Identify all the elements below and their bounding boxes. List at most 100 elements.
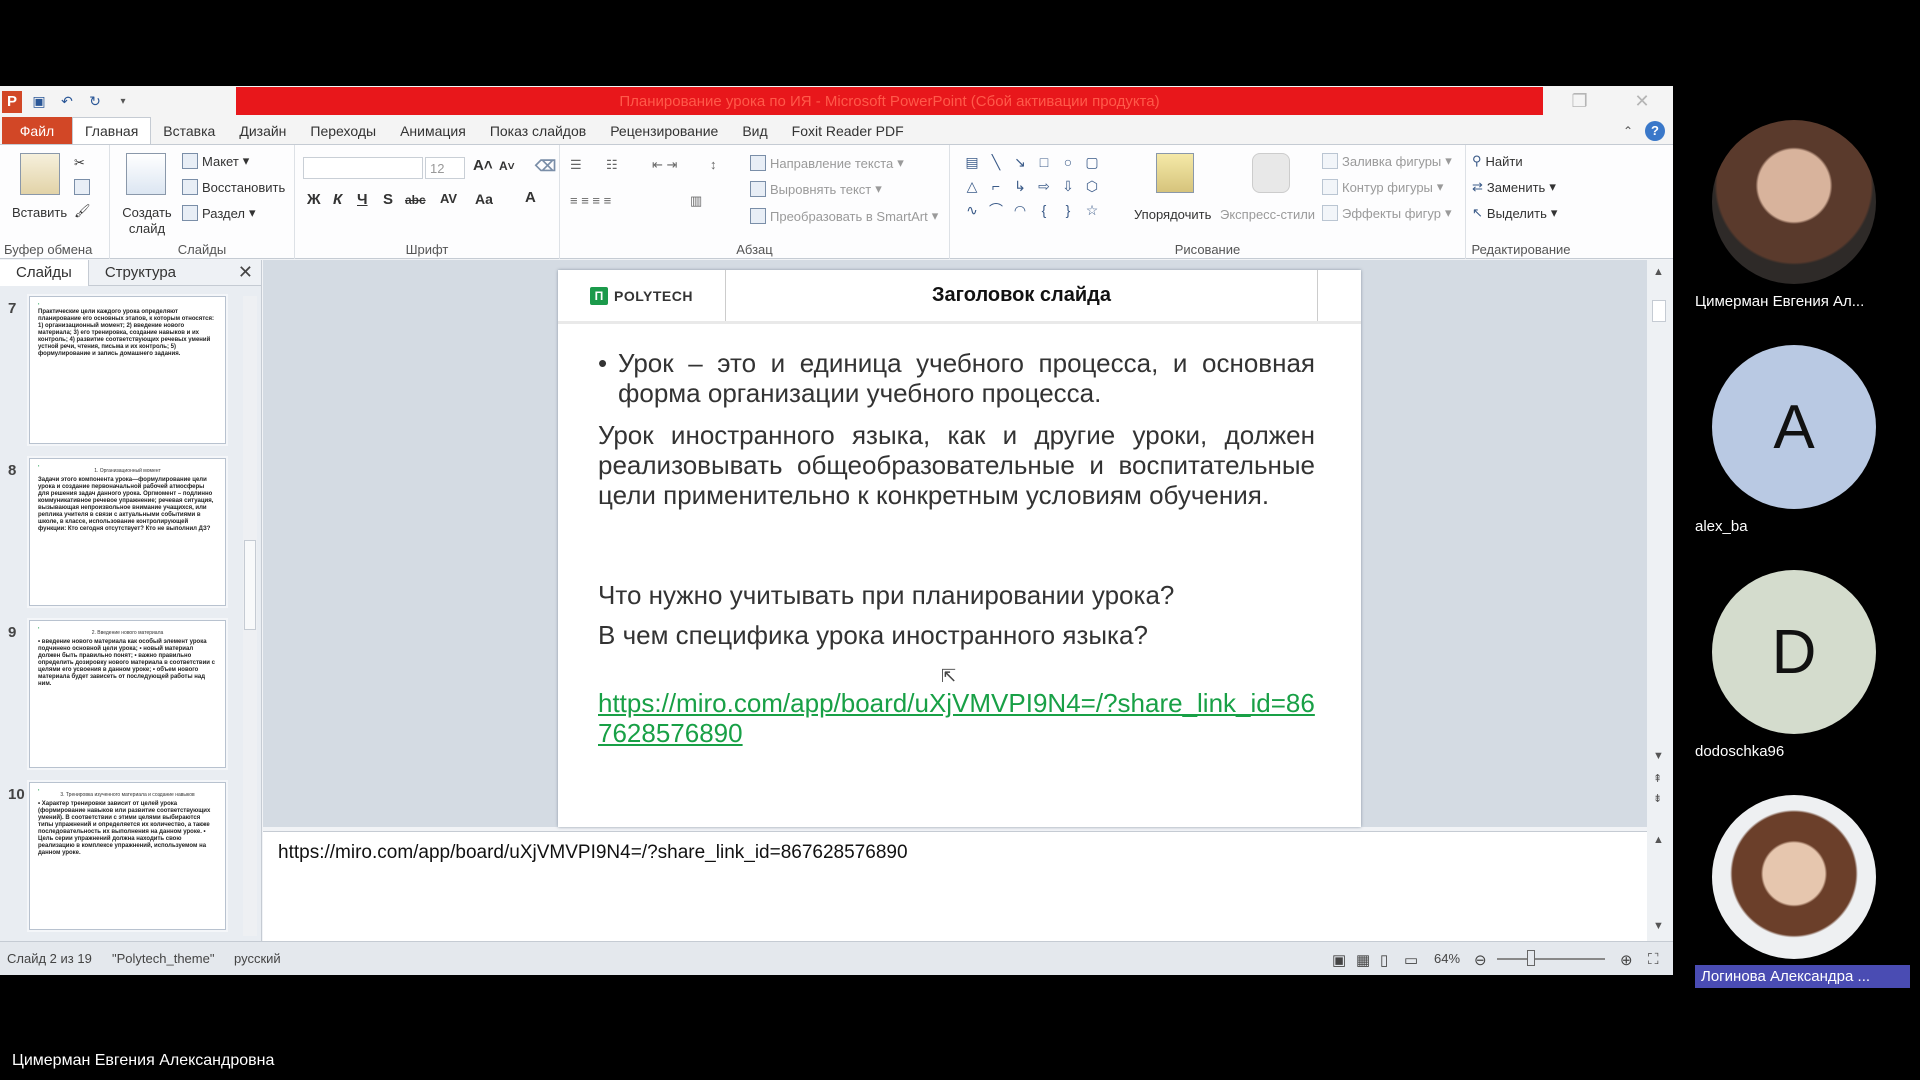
panel-scroll-thumb[interactable]: [244, 540, 256, 630]
hexagon-shape-icon[interactable]: ⬡: [1082, 177, 1102, 195]
italic-icon[interactable]: К: [333, 191, 342, 208]
undo-icon[interactable]: ↶: [56, 91, 78, 113]
arrange-icon[interactable]: [1156, 153, 1194, 193]
editor-scrollbar[interactable]: ▲ ▼ ⇞ ⇟ ▲ ▼: [1647, 260, 1673, 941]
tab-file[interactable]: Файл: [2, 117, 72, 144]
zoom-slider-handle[interactable]: [1527, 950, 1535, 966]
save-icon[interactable]: ▣: [28, 91, 50, 113]
tab-transitions[interactable]: Переходы: [298, 117, 388, 144]
notes-text[interactable]: https://miro.com/app/board/uXjVMVPI9N4=/…: [278, 842, 908, 864]
bullets-icon[interactable]: ☰: [570, 157, 582, 173]
tab-slides[interactable]: Слайды: [0, 259, 89, 286]
grow-font-icon[interactable]: A˄: [473, 157, 493, 174]
oval-shape-icon[interactable]: ○: [1058, 153, 1078, 171]
participant-tile[interactable]: A alex_ba: [1685, 345, 1913, 570]
normal-view-icon[interactable]: ▣: [1332, 951, 1346, 969]
participant-tile[interactable]: Логинова Александра ...: [1685, 795, 1913, 1020]
slide-thumbnail-row[interactable]: 9 ▪ 2. Введение нового материала • введение…: [0, 620, 240, 770]
tab-insert[interactable]: Вставка: [151, 117, 227, 144]
tab-foxit[interactable]: Foxit Reader PDF: [780, 117, 916, 144]
clear-format-icon[interactable]: ⌫: [535, 157, 556, 175]
tab-view[interactable]: Вид: [730, 117, 779, 144]
language-indicator[interactable]: русский: [234, 951, 281, 966]
notes-scroll-up-icon[interactable]: ▲: [1653, 834, 1664, 846]
participant-tile[interactable]: D dodoschka96: [1685, 570, 1913, 795]
quick-styles-icon[interactable]: [1252, 153, 1290, 193]
elbow-arrow-icon[interactable]: ↳: [1010, 177, 1030, 195]
slide-thumbnail[interactable]: ▪ Практические цели каждого урока определ…: [29, 296, 226, 444]
layout-button[interactable]: Макет ▾: [182, 153, 249, 169]
close-panel-icon[interactable]: ✕: [238, 262, 253, 283]
line-shape-icon[interactable]: ╲: [986, 153, 1006, 171]
slide-title[interactable]: Заголовок слайда: [726, 270, 1318, 321]
scroll-down-icon[interactable]: ▼: [1653, 750, 1664, 762]
font-family-combo[interactable]: [303, 157, 423, 179]
rectangle-shape-icon[interactable]: □: [1034, 153, 1054, 171]
slide-thumbnail[interactable]: ▪ 3. Тренировка изученного материала и со…: [29, 782, 226, 930]
redo-icon[interactable]: ↻: [84, 91, 106, 113]
section-button[interactable]: Раздел ▾: [182, 205, 256, 221]
arrange-button[interactable]: Упорядочить: [1134, 207, 1211, 222]
paste-icon[interactable]: [20, 153, 60, 195]
tab-review[interactable]: Рецензирование: [598, 117, 730, 144]
shape-fill-button[interactable]: Заливка фигуры ▾: [1322, 153, 1452, 169]
underline-icon[interactable]: Ч: [357, 191, 368, 208]
editor-scroll-thumb[interactable]: [1652, 300, 1666, 322]
paste-button[interactable]: Вставить: [12, 205, 67, 220]
zoom-out-icon[interactable]: ⊖: [1474, 951, 1487, 969]
shadow-icon[interactable]: S: [383, 191, 393, 208]
right-brace-icon[interactable]: }: [1058, 201, 1078, 219]
columns-icon[interactable]: ▥: [690, 193, 702, 209]
arc-shape-icon[interactable]: ◠: [1010, 201, 1030, 219]
next-slide-icon[interactable]: ⇟: [1653, 792, 1662, 805]
help-icon[interactable]: ?: [1645, 120, 1665, 141]
slide-body[interactable]: • Урок – это и единица учебного процесса…: [598, 348, 1315, 748]
notes-scroll-down-icon[interactable]: ▼: [1653, 920, 1664, 932]
font-color-icon[interactable]: A: [525, 189, 536, 206]
curve-shape-icon[interactable]: ⌒: [986, 201, 1006, 219]
tab-animations[interactable]: Анимация: [388, 117, 478, 144]
zoom-slider[interactable]: [1497, 958, 1605, 960]
zoom-in-icon[interactable]: ⊕: [1620, 951, 1633, 969]
format-painter-icon[interactable]: 🖌: [74, 203, 91, 219]
scroll-up-icon[interactable]: ▲: [1653, 266, 1664, 278]
slide-thumbnail[interactable]: ▪ 2. Введение нового материала • введение …: [29, 620, 226, 768]
shape-effects-button[interactable]: Эффекты фигур ▾: [1322, 205, 1452, 221]
font-size-combo[interactable]: 12: [425, 157, 465, 179]
minimize-ribbon-icon[interactable]: ⌃: [1623, 124, 1633, 138]
prev-slide-icon[interactable]: ⇞: [1653, 772, 1662, 785]
line-spacing-icon[interactable]: ↕: [710, 157, 717, 172]
star-shape-icon[interactable]: ☆: [1082, 201, 1102, 219]
tab-home[interactable]: Главная: [72, 117, 152, 144]
slide-thumbnail-row[interactable]: 8 ▪ 1. Организационный момент Задачи этого …: [0, 458, 240, 608]
tab-design[interactable]: Дизайн: [227, 117, 298, 144]
reset-button[interactable]: Восстановить: [182, 179, 285, 195]
new-slide-icon[interactable]: [126, 153, 166, 195]
select-button[interactable]: ↖ Выделить ▾: [1472, 205, 1557, 221]
align-buttons[interactable]: ≡ ≡ ≡ ≡: [570, 193, 611, 208]
down-arrow-shape-icon[interactable]: ⇩: [1058, 177, 1078, 195]
elbow-connector-icon[interactable]: ⌐: [986, 177, 1006, 195]
replace-button[interactable]: ⇄ Заменить ▾: [1472, 179, 1556, 195]
shape-outline-button[interactable]: Контур фигуры ▾: [1322, 179, 1443, 195]
textbox-shape-icon[interactable]: ▤: [962, 153, 982, 171]
numbering-icon[interactable]: ☷: [606, 157, 618, 173]
theme-name[interactable]: "Polytech_theme": [112, 951, 214, 966]
text-direction-button[interactable]: Направление текста ▾: [750, 155, 904, 171]
miro-link[interactable]: https://miro.com/app/board/uXjVMVPI9N4=/…: [598, 688, 1315, 748]
fit-to-window-icon[interactable]: ⛶: [1648, 951, 1659, 968]
tab-slideshow[interactable]: Показ слайдов: [478, 117, 598, 144]
slide-canvas[interactable]: Π POLYTECH Заголовок слайда • Урок – это…: [558, 270, 1361, 827]
quick-styles-button[interactable]: Экспресс-стили: [1220, 207, 1315, 222]
strikethrough-icon[interactable]: abc: [405, 193, 426, 207]
left-brace-icon[interactable]: {: [1034, 201, 1054, 219]
close-icon[interactable]: ✕: [1634, 91, 1649, 112]
zoom-level[interactable]: 64%: [1434, 951, 1460, 966]
indent-icon[interactable]: ⇤ ⇥: [652, 157, 677, 173]
new-slide-button[interactable]: Создать слайд: [122, 205, 172, 237]
cut-icon[interactable]: ✂: [74, 155, 85, 171]
customize-qat-icon[interactable]: ▾: [112, 91, 134, 113]
panel-scrollbar[interactable]: [243, 296, 257, 936]
shrink-font-icon[interactable]: A˅: [499, 159, 515, 173]
smartart-button[interactable]: Преобразовать в SmartArt ▾: [750, 208, 938, 224]
